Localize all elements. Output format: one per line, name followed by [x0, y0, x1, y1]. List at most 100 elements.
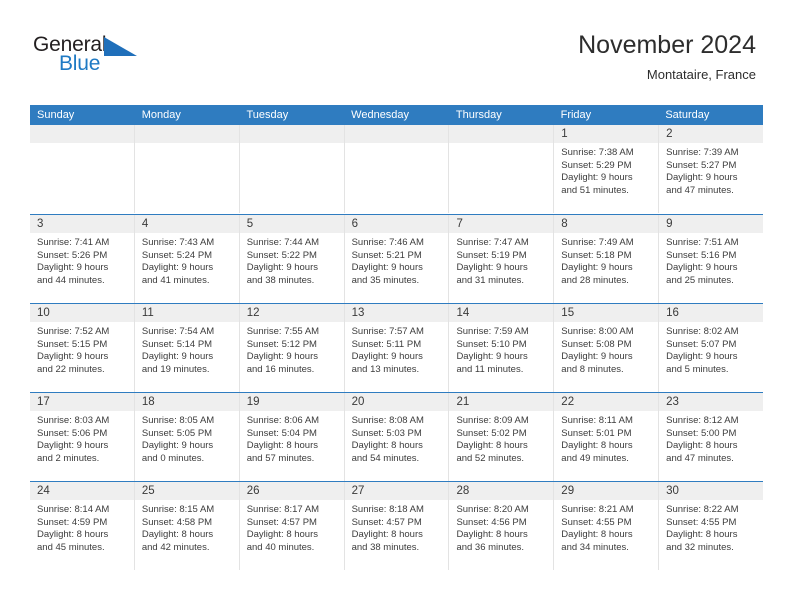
day-cell[interactable]: 13 Sunrise: 7:57 AM Sunset: 5:11 PM Dayligh…: [343, 304, 449, 392]
day-cell[interactable]: 23 Sunrise: 8:12 AM Sunset: 5:00 PM Dayligh…: [658, 393, 763, 481]
day-cell[interactable]: 8 Sunrise: 7:49 AM Sunset: 5:18 PM Daylight…: [553, 215, 658, 303]
day-number: 23: [666, 396, 679, 408]
day-cell[interactable]: 17 Sunrise: 8:03 AM Sunset: 5:06 PM Dayligh…: [30, 393, 134, 481]
daylight-text-line1: Daylight: 8 hours: [351, 529, 423, 541]
day-cell[interactable]: 20 Sunrise: 8:08 AM Sunset: 5:03 PM Dayligh…: [343, 393, 449, 481]
day-cell[interactable]: 18 Sunrise: 8:05 AM Sunset: 5:05 PM Dayligh…: [133, 393, 239, 481]
day-cell[interactable]: 21 Sunrise: 8:09 AM Sunset: 5:02 PM Dayligh…: [448, 393, 553, 481]
day-cell[interactable]: 5 Sunrise: 7:44 AM Sunset: 5:22 PM Daylight…: [238, 215, 344, 303]
day-info: Sunrise: 7:41 AM Sunset: 5:26 PM Daylight:…: [37, 237, 130, 287]
daylight-text-line2: and 38 minutes.: [246, 274, 315, 286]
daylight-text-line1: Daylight: 9 hours: [246, 262, 319, 274]
day-info: Sunrise: 7:54 AM Sunset: 5:14 PM Daylight:…: [142, 326, 235, 376]
day-number: 30: [666, 485, 679, 497]
day-cell[interactable]: 26 Sunrise: 8:17 AM Sunset: 4:57 PM Dayligh…: [238, 482, 344, 570]
day-cell-empty: [343, 125, 449, 213]
day-cell[interactable]: 14 Sunrise: 7:59 AM Sunset: 5:10 PM Dayligh…: [448, 304, 553, 392]
daylight-text-line2: and 0 minutes.: [141, 452, 205, 464]
day-number: 14: [456, 307, 470, 319]
day-cell[interactable]: 10 Sunrise: 7:52 AM Sunset: 5:15 PM Dayligh…: [30, 304, 134, 392]
sunset-text: Sunset: 5:10 PM: [456, 338, 527, 350]
triangle-flag-icon: [104, 37, 137, 56]
sunset-text: Sunset: 5:04 PM: [246, 427, 317, 439]
week-cells: 10 Sunrise: 7:52 AM Sunset: 5:15 PM Dayligh…: [30, 304, 763, 392]
day-cell[interactable]: 7 Sunrise: 7:47 AM Sunset: 5:19 PM Daylight…: [448, 215, 553, 303]
daylight-text-line1: Daylight: 8 hours: [456, 440, 528, 452]
daylight-text-line2: and 57 minutes.: [246, 452, 315, 464]
daylight-text-line1: Daylight: 9 hours: [666, 172, 738, 184]
day-number: 2: [666, 128, 673, 140]
day-cell[interactable]: 29 Sunrise: 8:21 AM Sunset: 4:55 PM Dayligh…: [553, 482, 658, 570]
sunset-text: Sunset: 5:03 PM: [351, 427, 422, 439]
day-cell[interactable]: 11 Sunrise: 7:54 AM Sunset: 5:14 PM Dayligh…: [133, 304, 239, 392]
weeks-container: 1 Sunrise: 7:38 AM Sunset: 5:29 PM Daylight…: [30, 125, 763, 570]
day-number: 4: [141, 218, 149, 230]
day-cell[interactable]: 2 Sunrise: 7:39 AM Sunset: 5:27 PM Daylight…: [658, 125, 763, 213]
day-info: Sunrise: 8:21 AM Sunset: 4:55 PM Daylight:…: [561, 504, 654, 554]
daylight-text-line2: and 49 minutes.: [561, 452, 629, 464]
daylight-text-line2: and 34 minutes.: [561, 541, 629, 553]
day-cell[interactable]: 1 Sunrise: 7:38 AM Sunset: 5:29 PM Daylight…: [553, 125, 658, 213]
day-info: Sunrise: 7:38 AM Sunset: 5:29 PM Daylight:…: [561, 147, 654, 197]
general-blue-logo[interactable]: General Blue: [33, 33, 193, 83]
day-cell[interactable]: 27 Sunrise: 8:18 AM Sunset: 4:57 PM Dayligh…: [343, 482, 449, 570]
weekday-header-wednesday: Wednesday: [351, 109, 410, 121]
day-cell[interactable]: 28 Sunrise: 8:20 AM Sunset: 4:56 PM Dayligh…: [448, 482, 553, 570]
daylight-text-line2: and 36 minutes.: [456, 541, 525, 553]
daylight-text-line1: Daylight: 9 hours: [666, 351, 738, 363]
sunrise-text: Sunrise: 7:43 AM: [141, 237, 215, 248]
daylight-text-line2: and 19 minutes.: [141, 363, 210, 375]
sunset-text: Sunset: 5:05 PM: [141, 427, 213, 439]
day-info: Sunrise: 8:03 AM Sunset: 5:06 PM Daylight:…: [37, 415, 130, 465]
day-cell[interactable]: 22 Sunrise: 8:11 AM Sunset: 5:01 PM Dayligh…: [553, 393, 658, 481]
day-cell[interactable]: 15 Sunrise: 8:00 AM Sunset: 5:08 PM Dayligh…: [553, 304, 658, 392]
day-cell[interactable]: 25 Sunrise: 8:15 AM Sunset: 4:58 PM Dayligh…: [133, 482, 239, 570]
day-info: Sunrise: 7:43 AM Sunset: 5:24 PM Daylight:…: [142, 237, 235, 287]
week-row: 17 Sunrise: 8:03 AM Sunset: 5:06 PM Dayligh…: [30, 392, 763, 481]
daylight-text-line2: and 11 minutes.: [456, 363, 524, 375]
day-cell[interactable]: 3 Sunrise: 7:41 AM Sunset: 5:26 PM Daylight…: [30, 215, 134, 303]
sunset-text: Sunset: 5:14 PM: [141, 338, 213, 350]
day-info: Sunrise: 8:22 AM Sunset: 4:55 PM Daylight:…: [666, 504, 759, 554]
day-number: 6: [351, 218, 358, 230]
day-cell[interactable]: 19 Sunrise: 8:06 AM Sunset: 5:04 PM Dayligh…: [238, 393, 344, 481]
sunrise-text: Sunrise: 7:39 AM: [666, 147, 739, 158]
day-info: Sunrise: 8:06 AM Sunset: 5:04 PM Daylight:…: [247, 415, 340, 465]
sunrise-text: Sunrise: 8:22 AM: [666, 504, 739, 515]
calendar-grid: Sunday Monday Tuesday Wednesday Thursday…: [30, 105, 763, 570]
day-info: Sunrise: 7:55 AM Sunset: 5:12 PM Daylight:…: [247, 326, 340, 376]
day-cell[interactable]: 9 Sunrise: 7:51 AM Sunset: 5:16 PM Daylight…: [658, 215, 763, 303]
day-number: 11: [141, 307, 154, 319]
day-info: Sunrise: 7:46 AM Sunset: 5:21 PM Daylight:…: [352, 237, 445, 287]
day-cell[interactable]: 24 Sunrise: 8:14 AM Sunset: 4:59 PM Dayligh…: [30, 482, 134, 570]
weekday-header-row: Sunday Monday Tuesday Wednesday Thursday…: [30, 105, 763, 125]
day-cell[interactable]: 30 Sunrise: 8:22 AM Sunset: 4:55 PM Dayligh…: [658, 482, 763, 570]
day-info: Sunrise: 8:00 AM Sunset: 5:08 PM Daylight:…: [561, 326, 654, 376]
sunset-text: Sunset: 5:00 PM: [666, 427, 737, 439]
day-number: 28: [456, 485, 470, 497]
day-cell[interactable]: 4 Sunrise: 7:43 AM Sunset: 5:24 PM Daylight…: [133, 215, 239, 303]
sunset-text: Sunset: 5:11 PM: [351, 338, 422, 350]
weekday-header-tuesday: Tuesday: [246, 109, 289, 121]
sunrise-text: Sunrise: 7:47 AM: [456, 237, 529, 248]
daylight-text-line2: and 52 minutes.: [456, 452, 525, 464]
sunrise-text: Sunrise: 8:14 AM: [37, 504, 110, 515]
day-cell[interactable]: 6 Sunrise: 7:46 AM Sunset: 5:21 PM Daylight…: [343, 215, 449, 303]
daylight-text-line2: and 45 minutes.: [37, 541, 105, 553]
daylight-text-line2: and 22 minutes.: [37, 363, 105, 375]
sunrise-text: Sunrise: 7:52 AM: [37, 326, 110, 337]
title-block: November 2024 Montataire, France: [578, 30, 756, 83]
day-number: 3: [37, 218, 44, 230]
daylight-text-line1: Daylight: 9 hours: [351, 262, 423, 274]
day-cell[interactable]: 16 Sunrise: 8:02 AM Sunset: 5:07 PM Dayligh…: [658, 304, 763, 392]
daylight-text-line1: Daylight: 9 hours: [456, 351, 528, 363]
day-cell-empty: [238, 125, 344, 213]
sunrise-text: Sunrise: 8:09 AM: [456, 415, 529, 426]
page-header: General Blue November 2024 Montataire, F…: [0, 0, 792, 104]
day-number: 27: [351, 485, 365, 497]
daylight-text-line2: and 41 minutes.: [141, 274, 210, 286]
day-cell[interactable]: 12 Sunrise: 7:55 AM Sunset: 5:12 PM Dayligh…: [238, 304, 344, 392]
sunset-text: Sunset: 5:01 PM: [561, 427, 632, 439]
daylight-text-line2: and 42 minutes.: [141, 541, 210, 553]
day-info: Sunrise: 8:05 AM Sunset: 5:05 PM Daylight:…: [142, 415, 235, 465]
